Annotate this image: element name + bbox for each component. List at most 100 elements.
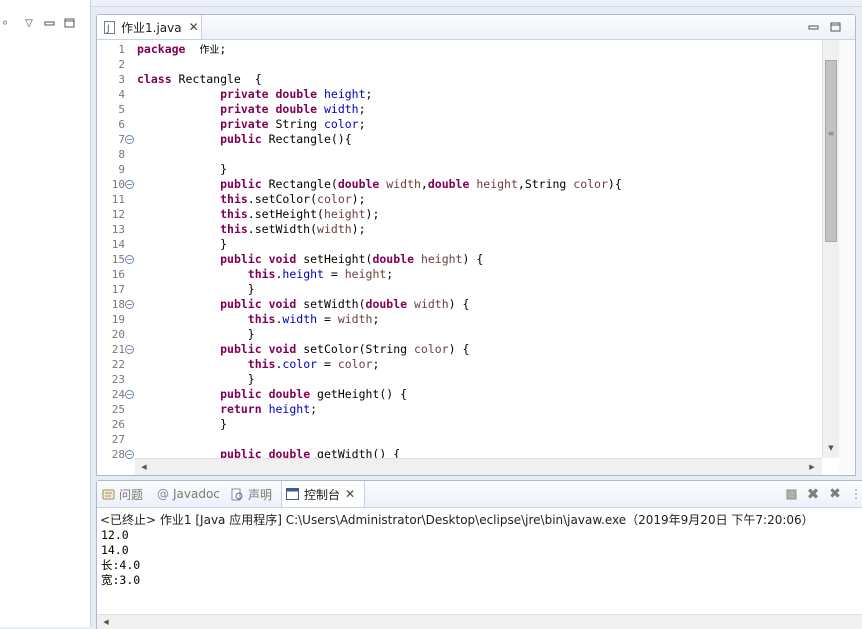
line-number: 12 (111, 208, 125, 221)
code-token: = (317, 312, 338, 326)
editor-tab[interactable]: J 作业1.java ✕ (97, 15, 202, 39)
more-toolbar-icon[interactable]: ⋮ (850, 486, 862, 502)
overview-ruler (839, 40, 854, 474)
code-token: Rectangle( (261, 177, 338, 191)
code-token: = (323, 267, 345, 281)
minimize-icon[interactable] (42, 14, 56, 32)
close-tab-icon[interactable]: ✕ (345, 487, 355, 501)
line-number: 24 (111, 388, 125, 401)
code-token: double (275, 102, 318, 116)
code-token: private (220, 117, 269, 131)
fold-toggle-icon[interactable]: − (125, 390, 134, 399)
scroll-down-icon[interactable]: ▼ (826, 442, 836, 454)
code-token: this (247, 312, 276, 326)
code-area[interactable]: package 作业; class Rectangle { private dou… (137, 40, 822, 458)
line-number: 23 (111, 373, 125, 386)
fold-toggle-icon[interactable]: − (125, 135, 134, 144)
view-menu-icon[interactable]: ▽ (22, 14, 36, 32)
remove-all-terminated-icon[interactable]: ✖ (826, 485, 844, 503)
code-token: ); (365, 207, 380, 221)
console-status-line: <已终止> 作业1 [Java 应用程序] C:\Users\Administr… (100, 513, 814, 527)
line-number: 7 (118, 133, 125, 146)
code-token: color (573, 177, 608, 191)
tab-problems[interactable]: 问题 (97, 481, 153, 507)
code-line: return height; (137, 402, 317, 417)
code-token: } (137, 282, 255, 296)
close-tab-icon[interactable]: ✕ (189, 20, 199, 34)
line-number: 5 (118, 103, 125, 116)
code-token: ) { (448, 297, 470, 311)
code-line: } (137, 417, 227, 432)
console-output-line: 12.0 (101, 528, 129, 542)
code-token: void (268, 297, 297, 311)
code-token: void (268, 252, 297, 266)
line-number-gutter: 1 2 3 4 5 6 7−8 9 10−11 12 13 14 15−16 17 18−19 20 21−22… (97, 40, 135, 461)
top-strip (91, 0, 862, 7)
fold-toggle-icon[interactable]: − (125, 300, 134, 309)
code-token: private (220, 102, 269, 116)
console-output-line: 宽:3.0 (101, 573, 141, 587)
line-number: 25 (111, 403, 125, 416)
line-number: 14 (111, 238, 125, 251)
line-number: 1 (118, 43, 125, 56)
fold-toggle-icon[interactable]: − (125, 255, 134, 264)
line-number: 11 (111, 193, 125, 206)
scroll-right-icon[interactable]: ▶ (807, 461, 817, 473)
line-number: 27 (111, 433, 125, 446)
code-line: private String color; (137, 117, 365, 132)
tab-console[interactable]: 控制台 ✕ (281, 481, 365, 507)
editor-maximize-icon[interactable] (827, 18, 843, 36)
code-token: public (220, 387, 262, 401)
code-token: color (323, 117, 359, 131)
code-token: color (337, 357, 373, 371)
code-line: this.setColor(color); (137, 192, 366, 207)
fold-toggle-icon[interactable]: − (125, 345, 134, 354)
code-line: this.width = width; (137, 312, 380, 327)
code-token: ; (386, 267, 394, 281)
code-token: height (323, 87, 366, 101)
remove-launch-icon[interactable]: ✖ (805, 485, 821, 503)
vertical-scrollbar[interactable]: ≡ ▼ (822, 40, 840, 458)
editor-minimize-icon[interactable] (805, 18, 821, 36)
java-file-icon: J (104, 20, 115, 34)
code-token: } (137, 417, 228, 431)
fold-toggle-icon[interactable]: − (125, 180, 134, 189)
line-number: 3 (118, 73, 125, 86)
tab-javadoc[interactable]: @ Javadoc (155, 481, 227, 507)
code-token: height (268, 402, 311, 416)
scrollbar-thumb[interactable] (825, 60, 837, 242)
code-token: width (337, 312, 373, 326)
terminate-icon[interactable] (783, 486, 799, 502)
maximize-icon[interactable] (62, 14, 76, 32)
horizontal-scrollbar[interactable]: ◀ ▶ (135, 458, 822, 475)
tab-declaration[interactable]: 声明 (229, 481, 281, 507)
code-token: ; (372, 312, 380, 326)
code-token: this (247, 267, 276, 281)
code-token: width (414, 297, 449, 311)
problems-icon (102, 488, 115, 501)
code-token: public (220, 297, 262, 311)
code-token: Rectangle(){ (261, 132, 352, 146)
scroll-left-icon[interactable]: ◀ (139, 461, 149, 473)
fold-toggle-icon[interactable]: − (125, 450, 134, 459)
code-token: ; (372, 357, 380, 371)
scroll-left-icon[interactable]: ◀ (101, 616, 111, 628)
code-token: ); (351, 192, 366, 206)
code-token: setColor(String (296, 342, 414, 356)
code-token: width (282, 312, 318, 326)
code-token: ) { (462, 252, 484, 266)
line-number: 8 (118, 148, 125, 161)
code-token: package (137, 42, 186, 56)
code-line: private double height; (137, 87, 372, 102)
